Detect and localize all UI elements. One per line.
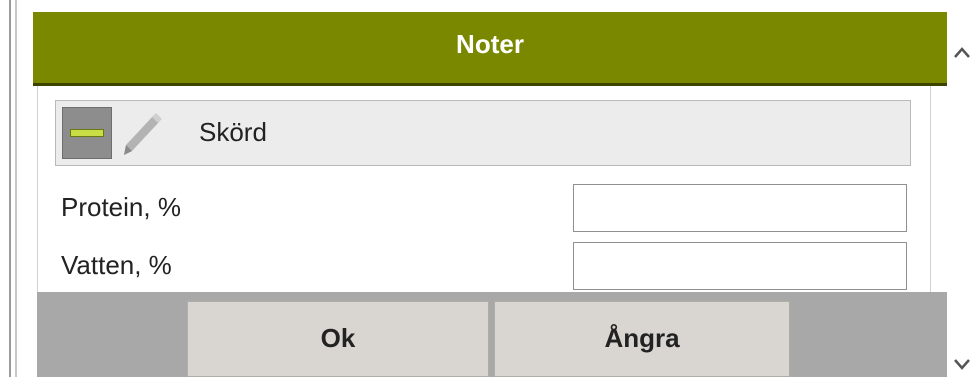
form-row-protein: Protein, % (55, 184, 911, 234)
vatten-input[interactable] (573, 242, 907, 290)
undo-button[interactable]: Ångra (494, 301, 790, 377)
chevron-up-icon[interactable] (951, 42, 973, 64)
section-title: Skörd (199, 117, 267, 147)
vatten-label: Vatten, % (61, 250, 172, 280)
form-row-vatten: Vatten, % (55, 242, 911, 292)
section-header-skord[interactable]: Skörd (55, 100, 911, 166)
dialog-header: Noter (33, 12, 947, 86)
app-window: Noter Skörd Protein, % Vatten, % Ok Ångr… (0, 0, 977, 377)
pencil-icon[interactable] (116, 107, 168, 159)
dialog-title: Noter (456, 29, 524, 59)
button-bar: Ok Ångra (37, 292, 947, 377)
frame-line (9, 0, 11, 377)
dialog-content: Skörd Protein, % Vatten, % (37, 86, 931, 292)
minus-icon (70, 129, 104, 137)
collapse-section-button[interactable] (62, 107, 112, 159)
protein-label: Protein, % (61, 192, 181, 222)
frame-line (15, 0, 17, 377)
clipped-top-area (0, 0, 977, 12)
ok-button[interactable]: Ok (187, 301, 489, 377)
chevron-down-icon[interactable] (951, 353, 973, 375)
vertical-scrollbar[interactable] (947, 12, 977, 377)
left-frame-border (0, 0, 22, 377)
protein-input[interactable] (573, 184, 907, 232)
